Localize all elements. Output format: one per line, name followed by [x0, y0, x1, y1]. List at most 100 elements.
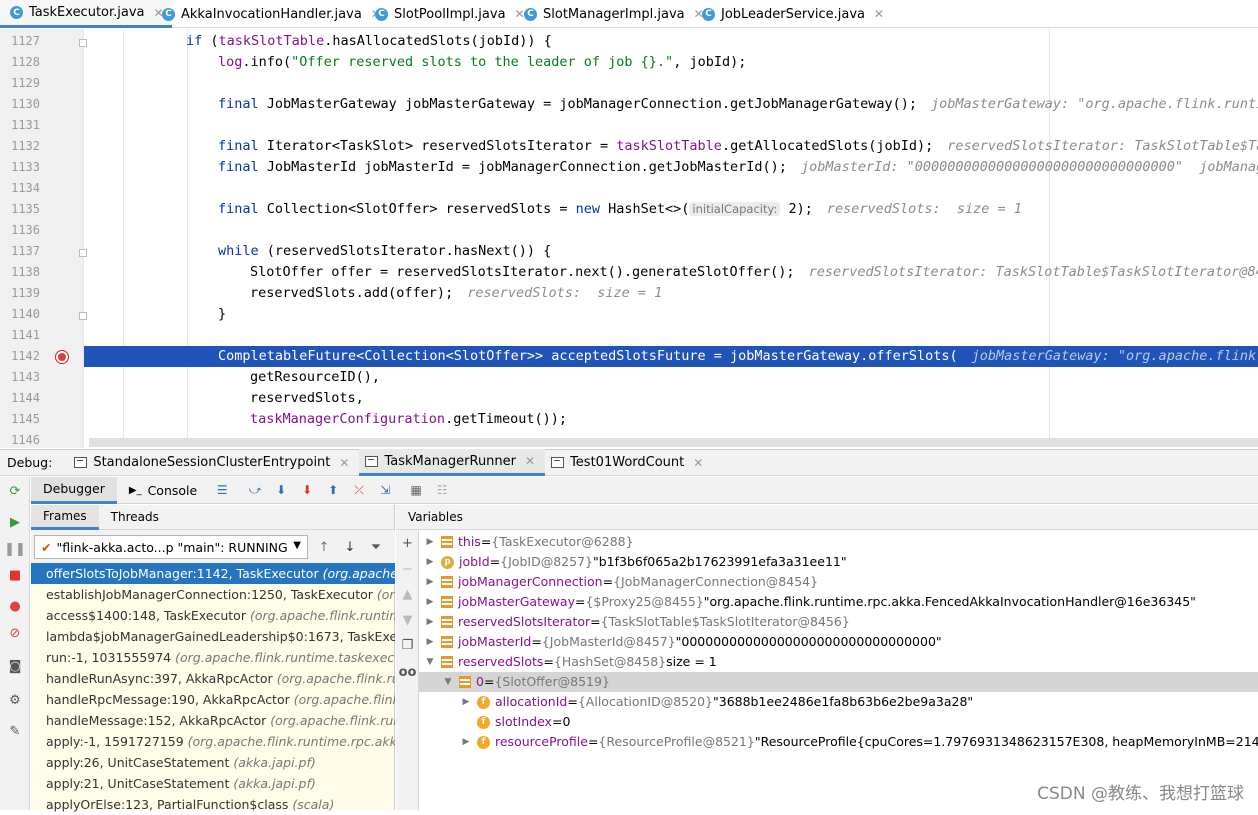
code-line-1143[interactable]: getResourceID(), [90, 367, 1258, 388]
step-out-icon[interactable]: ⬆ [325, 482, 341, 498]
pause-icon[interactable]: ❚❚ [4, 541, 26, 557]
code-line-1140[interactable]: } [90, 304, 1258, 325]
expand-icon[interactable]: ▶ [425, 632, 435, 652]
remove-watch-icon[interactable]: − [400, 562, 415, 577]
variable-row[interactable]: ▶ reservedSlotsIterator = {TaskSlotTable$… [419, 612, 1258, 632]
file-tab-akkainvocationhandler[interactable]: CAkkaInvocationHandler.java✕ [152, 0, 389, 28]
stack-frame[interactable]: offerSlotsToJobManager:1142, TaskExecuto… [31, 563, 395, 584]
horizontal-scrollbar[interactable] [89, 438, 1258, 447]
variable-row[interactable]: f slotIndex = 0 [419, 712, 1258, 732]
close-icon[interactable]: ✕ [693, 456, 703, 470]
variable-row[interactable]: ▶ this = {TaskExecutor@6288} [419, 532, 1258, 552]
step-over-icon[interactable]: ⬇ [273, 482, 289, 498]
expand-icon[interactable]: ▶ [425, 612, 435, 632]
rerun-icon[interactable]: ⟳ [7, 483, 23, 499]
code-line-1138[interactable]: SlotOffer offer = reservedSlotsIterator.… [90, 262, 1258, 283]
line-number-gutter[interactable]: 1127 1128 1129 1130 1131 1132 1133 1134 … [0, 29, 87, 448]
mute-breakpoints-icon[interactable]: ⊘ [7, 625, 23, 641]
stack-frame[interactable]: handleMessage:152, AkkaRpcActor (org.apa… [31, 710, 395, 731]
code-line-1145[interactable]: taskManagerConfiguration.getTimeout()); [90, 409, 1258, 430]
stack-frame[interactable]: access$1400:148, TaskExecutor (org.apach… [31, 605, 395, 626]
next-frame-icon[interactable]: ↓ [340, 540, 360, 555]
code-line-1130[interactable]: final JobMasterGateway jobMasterGateway … [90, 94, 1258, 115]
tab-debugger[interactable]: Debugger [31, 476, 117, 504]
move-down-icon[interactable]: ▼ [400, 613, 415, 628]
menu-icon[interactable]: ☰ [214, 482, 230, 498]
file-tab-slotpoolimpl[interactable]: C SlotPoolImpl.java ✕ [365, 0, 533, 28]
debug-tab-taskmanagerrunner[interactable]: TaskManagerRunner ✕ [359, 449, 546, 476]
move-up-icon[interactable]: ▲ [400, 587, 415, 602]
close-icon[interactable]: ✕ [339, 456, 349, 470]
variable-row[interactable]: ▶ jobManagerConnection = {JobManagerConne… [419, 572, 1258, 592]
fold-marker-icon[interactable] [79, 312, 87, 320]
stack-frame[interactable]: apply:21, UnitCaseStatement (akka.japi.p… [31, 773, 395, 794]
debug-tab-test01wordcount[interactable]: Test01WordCount ✕ [545, 449, 713, 476]
expand-icon[interactable]: ▶ [461, 692, 471, 712]
stack-frame[interactable]: apply:26, UnitCaseStatement (akka.japi.p… [31, 752, 395, 773]
field-icon: f [477, 735, 490, 749]
settings-icon[interactable]: ⚙ [7, 692, 23, 708]
file-tab-jobleaderservice[interactable]: C JobLeaderService.java ✕ [692, 0, 892, 28]
code-line-1139[interactable]: reservedSlots.add(offer); reservedSlots: … [90, 283, 1258, 304]
previous-frame-icon[interactable]: ↑ [314, 540, 334, 555]
expand-icon[interactable]: ▶ [461, 732, 471, 752]
run-to-cursor-icon[interactable]: ⇲ [377, 482, 393, 498]
show-execution-point-icon[interactable]: ⤻ [247, 482, 263, 498]
step-into-icon[interactable]: ⬇ [299, 482, 315, 498]
camera-icon[interactable]: ◙ [7, 658, 23, 674]
code-line-1135[interactable]: final Collection<SlotOffer> reservedSlot… [90, 199, 1258, 220]
thread-selector[interactable]: ✔ "flink-akka.acto...p "main": RUNNING ▼ [34, 535, 308, 559]
variable-row[interactable]: ▶ jobMasterId = {JobMasterId@8457} "00000… [419, 632, 1258, 652]
variable-row[interactable]: ▶ p jobId = {JobID@8257} "b1f3b6f065a2b176… [419, 552, 1258, 572]
close-icon[interactable]: ✕ [525, 454, 535, 468]
drop-frame-icon[interactable]: ⤫ [351, 482, 367, 498]
evaluate-expression-icon[interactable]: ▦ [408, 482, 424, 498]
code-line-1128[interactable]: log.info("Offer reserved slots to the le… [90, 52, 1258, 73]
expand-icon[interactable]: ▶ [425, 552, 435, 572]
trace-icon[interactable]: ☷ [434, 482, 450, 498]
expand-icon[interactable]: ▶ [425, 572, 435, 592]
copy-icon[interactable]: ❐ [400, 638, 415, 653]
java-class-icon: C [162, 7, 175, 21]
stop-icon[interactable]: ■ [7, 567, 23, 583]
collapse-icon[interactable]: ▼ [443, 672, 453, 692]
expand-icon[interactable]: ▶ [425, 592, 435, 612]
filter-icon[interactable]: ⏷ [366, 540, 386, 555]
stack-frame[interactable]: apply:-1, 1591727159 (org.apache.flink.r… [31, 731, 395, 752]
tab-console[interactable]: ▶_ Console [117, 477, 209, 504]
breakpoint-icon[interactable] [56, 351, 68, 363]
close-icon[interactable]: ✕ [874, 7, 884, 21]
view-breakpoints-icon[interactable]: ● [7, 598, 23, 614]
stack-frame[interactable]: lambda$jobManagerGainedLeadership$0:1673… [31, 626, 395, 647]
resume-icon[interactable]: ▶ [7, 514, 23, 530]
variable-row[interactable]: ▼ reservedSlots = {HashSet@8458} size = 1 [419, 652, 1258, 672]
file-tab-taskexecutor[interactable]: C TaskExecutor.java ✕ [0, 0, 172, 28]
expand-icon[interactable]: ▶ [425, 532, 435, 552]
code-line-1127[interactable]: if (taskSlotTable.hasAllocatedSlots(jobI… [90, 31, 1258, 52]
add-watch-icon[interactable]: + [400, 536, 415, 551]
variable-row[interactable]: ▶ f allocationId = {AllocationID@8520} "36… [419, 692, 1258, 712]
code-line-1132[interactable]: final Iterator<TaskSlot> reservedSlotsIt… [90, 136, 1258, 157]
show-watches-icon[interactable]: oo [399, 665, 417, 680]
code-line-1144[interactable]: reservedSlots, [90, 388, 1258, 409]
code-line-1133[interactable]: final JobMasterId jobMasterId = jobManag… [90, 157, 1258, 178]
variable-row[interactable]: ▶ jobMasterGateway = {$Proxy25@8455} "org… [419, 592, 1258, 612]
stack-frame[interactable]: establishJobManagerConnection:1250, Task… [31, 584, 395, 605]
code-line-1142-current[interactable]: CompletableFuture<Collection<SlotOffer>>… [84, 346, 1258, 367]
stack-frame[interactable]: run:-1, 1031555974 (org.apache.flink.run… [31, 647, 395, 668]
tab-frames[interactable]: Frames [31, 504, 99, 530]
fold-marker-icon[interactable] [79, 39, 87, 47]
file-tab-slotmanagerimpl[interactable]: C SlotManagerImpl.java ✕ [514, 0, 712, 28]
code-editor[interactable]: 1127 1128 1129 1130 1131 1132 1133 1134 … [0, 29, 1258, 448]
collapse-icon[interactable]: ▼ [425, 652, 435, 672]
fold-marker-icon[interactable] [79, 249, 87, 257]
code-line-1137[interactable]: while (reservedSlotsIterator.hasNext()) … [90, 241, 1258, 262]
pin-icon[interactable]: ✎ [7, 723, 23, 739]
stack-frame[interactable]: handleRunAsync:397, AkkaRpcActor (org.ap… [31, 668, 395, 689]
stack-frame[interactable]: applyOrElse:123, PartialFunction$class (… [31, 794, 395, 815]
tab-threads[interactable]: Threads [99, 505, 171, 530]
variable-row[interactable]: ▶ f resourceProfile = {ResourceProfile@852… [419, 732, 1258, 752]
stack-frame[interactable]: handleRpcMessage:190, AkkaRpcActor (org.… [31, 689, 395, 710]
debug-tab-standalone[interactable]: StandaloneSessionClusterEntrypoint ✕ [68, 449, 359, 476]
variable-row-selected[interactable]: ▼ 0 = {SlotOffer@8519} [419, 672, 1258, 692]
